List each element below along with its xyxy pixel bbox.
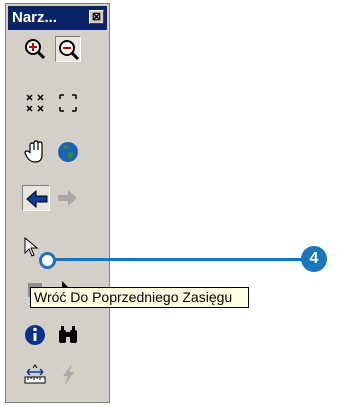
- forward-arrow-icon: [58, 190, 77, 206]
- measure-tool[interactable]: [22, 362, 48, 388]
- lightning-icon: [63, 364, 74, 386]
- hyperlink-tool[interactable]: [55, 362, 81, 388]
- toolbar-title-bar[interactable]: Narz... ⊠: [8, 6, 107, 30]
- callout-line: [54, 258, 306, 261]
- find-tool[interactable]: [55, 322, 81, 348]
- fixed-zoom-out-icon: [59, 94, 77, 112]
- identify-tool[interactable]: [22, 322, 48, 348]
- zoom-out-icon: [59, 40, 80, 61]
- close-button[interactable]: ⊠: [89, 10, 104, 24]
- zoom-in-icon: [25, 39, 46, 60]
- back-arrow-icon: [26, 189, 48, 209]
- fixed-zoom-out-tool[interactable]: [55, 90, 81, 116]
- step-number-badge: 4: [301, 246, 327, 272]
- close-icon: ⊠: [91, 11, 102, 23]
- full-extent-tool[interactable]: [55, 139, 81, 165]
- go-forward-tool[interactable]: [55, 185, 81, 211]
- info-icon: [25, 325, 45, 345]
- callout-anchor-dot: [39, 252, 56, 269]
- tools-toolbar: Narz... ⊠: [5, 3, 110, 403]
- globe-icon: [58, 142, 78, 162]
- zoom-in-tool[interactable]: [22, 36, 48, 62]
- zoom-out-tool[interactable]: [55, 36, 81, 62]
- measure-icon: [24, 364, 46, 384]
- fixed-zoom-in-tool[interactable]: [22, 90, 48, 116]
- tooltip: Wróć Do Poprzedniego Zasięgu: [30, 287, 249, 308]
- pan-tool[interactable]: [22, 139, 48, 165]
- hand-icon: [24, 140, 43, 163]
- binoculars-icon: [59, 326, 77, 343]
- go-back-tool[interactable]: [22, 185, 50, 211]
- toolbar-title: Narz...: [12, 9, 58, 26]
- fixed-zoom-in-icon: [26, 94, 44, 112]
